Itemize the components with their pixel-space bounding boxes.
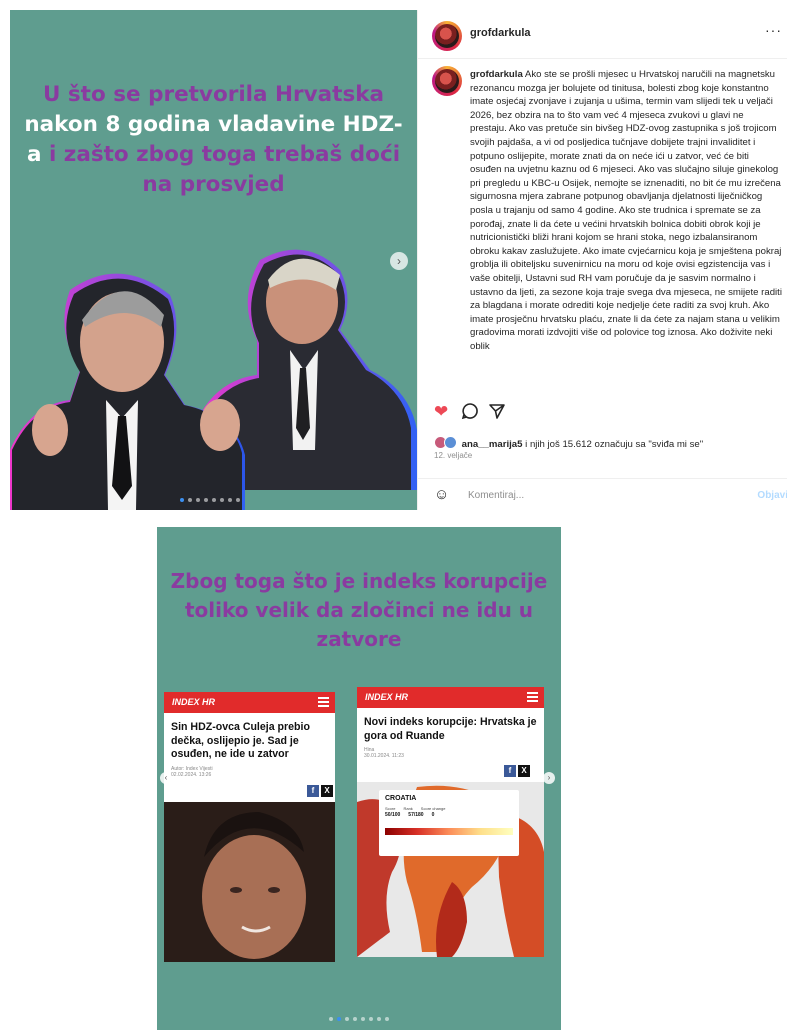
- carousel-dot: [188, 498, 192, 502]
- score-values: 50/100 57/180 0: [385, 812, 513, 818]
- carousel-dot: [385, 1017, 389, 1021]
- post-side-panel: grofdarkula ··· grofdarkula Ako ste se p…: [417, 10, 787, 510]
- smile-icon[interactable]: ☺: [434, 486, 449, 503]
- carousel-dot: [212, 498, 216, 502]
- carousel-dots: [180, 498, 240, 502]
- headline-part-1: U što se pretvorila Hrvatska: [42, 82, 385, 107]
- carousel-dot: [337, 1017, 341, 1021]
- index-header: INDEX HR: [357, 687, 544, 708]
- carousel-dot: [204, 498, 208, 502]
- comment-icon[interactable]: [461, 402, 479, 425]
- divider: [418, 478, 787, 479]
- action-bar: ❤: [434, 402, 787, 424]
- prev-arrow-icon[interactable]: ‹: [160, 772, 172, 784]
- instagram-post: U što se pretvorila Hrvatska nakon 8 god…: [10, 10, 787, 510]
- likes-count[interactable]: i njih još 15.612 označuju sa "sviđa mi …: [522, 439, 703, 450]
- article-meta: Hina 30.01.2024. 11:23: [357, 743, 544, 763]
- country-info-box: CROATIA Score Rank Score change 50/100 5…: [379, 790, 519, 856]
- next-arrow-icon[interactable]: ›: [390, 252, 408, 270]
- post-button[interactable]: Objavi: [757, 490, 787, 501]
- change-value: 0: [431, 812, 435, 818]
- score-gradient-bar: [385, 828, 513, 835]
- article-title: Novi indeks korupcije: Hrvatska je gora …: [364, 716, 537, 742]
- more-icon[interactable]: ···: [765, 22, 782, 38]
- carousel-slide-1[interactable]: U što se pretvorila Hrvatska nakon 8 god…: [10, 10, 417, 510]
- change-label: Score change: [420, 806, 446, 811]
- carousel-dot: [377, 1017, 381, 1021]
- carousel-dot: [196, 498, 200, 502]
- article-photo: [164, 802, 335, 962]
- index-logo: INDEX HR: [365, 692, 409, 702]
- score-labels: Score Rank Score change: [385, 806, 513, 811]
- caption-username[interactable]: grofdarkula: [470, 69, 523, 80]
- facebook-icon: f: [504, 765, 516, 777]
- index-logo: INDEX HR: [172, 697, 216, 707]
- carousel-dot: [220, 498, 224, 502]
- divider: [418, 58, 787, 59]
- score-label: Score: [385, 806, 396, 811]
- carousel-dot: [228, 498, 232, 502]
- carousel-dot: [369, 1017, 373, 1021]
- slide-headline: U što se pretvorila Hrvatska nakon 8 god…: [24, 80, 403, 200]
- comment-bar: ☺ Komentiraj... Objavi: [434, 486, 787, 508]
- avatar[interactable]: [432, 21, 462, 51]
- facebook-icon: f: [307, 785, 319, 797]
- country-name: CROATIA: [385, 795, 417, 802]
- carousel-dot: [345, 1017, 349, 1021]
- caption-avatar[interactable]: [432, 66, 462, 96]
- carousel-slide-2[interactable]: Zbog toga što je indeks korupcije toliko…: [157, 527, 561, 1030]
- carousel-dot: [353, 1017, 357, 1021]
- caption-body: Ako ste se prošli mjesec u Hrvatskoj nar…: [470, 69, 782, 352]
- corruption-map: CROATIA Score Rank Score change 50/100 5…: [357, 782, 544, 957]
- article-date: 30.01.2024. 11:23: [364, 753, 404, 759]
- rank-label: Rank: [403, 806, 413, 811]
- liker-avatar: [444, 436, 457, 449]
- index-header: INDEX HR: [164, 692, 335, 713]
- politicians-photo: [10, 249, 417, 510]
- score-value: 50/100: [385, 812, 401, 818]
- share-icon[interactable]: [488, 402, 506, 425]
- article-meta: Autor: Index Vijesti 02.02.2024. 13:26: [164, 762, 335, 782]
- article-card-1: INDEX HR Sin HDZ-ovca Culeja prebio dečk…: [164, 692, 335, 962]
- carousel-dot: [180, 498, 184, 502]
- next-arrow-icon[interactable]: ›: [543, 772, 555, 784]
- likes-line: ana__marija5 i njih još 15.612 označuju …: [434, 436, 703, 450]
- liker-username[interactable]: ana__marija5: [462, 439, 523, 450]
- carousel-dot: [329, 1017, 333, 1021]
- post-date[interactable]: 12. veljače: [434, 451, 472, 460]
- article-title: Sin HDZ-ovca Culeja prebio dečka, oslije…: [171, 721, 310, 760]
- headline-part-3: i zašto zbog toga trebaš doći na prosvje…: [48, 142, 401, 197]
- article-date: 02.02.2024. 13:26: [171, 771, 212, 778]
- article-card-2: INDEX HR Novi indeks korupcije: Hrvatska…: [357, 687, 544, 957]
- menu-icon: [527, 692, 538, 702]
- header-username[interactable]: grofdarkula: [470, 27, 531, 39]
- rank-value: 57/180: [408, 812, 424, 818]
- caption-text: grofdarkula Ako ste se prošli mjesec u H…: [470, 68, 782, 398]
- heart-icon[interactable]: ❤: [434, 402, 448, 422]
- slide-headline: Zbog toga što je indeks korupcije toliko…: [170, 569, 548, 651]
- x-icon: X: [321, 785, 333, 797]
- x-icon: X: [518, 765, 530, 777]
- carousel-dot: [361, 1017, 365, 1021]
- menu-icon: [318, 697, 329, 707]
- comment-input[interactable]: Komentiraj...: [468, 490, 524, 501]
- carousel-dot: [236, 498, 240, 502]
- carousel-dots: [329, 1017, 389, 1021]
